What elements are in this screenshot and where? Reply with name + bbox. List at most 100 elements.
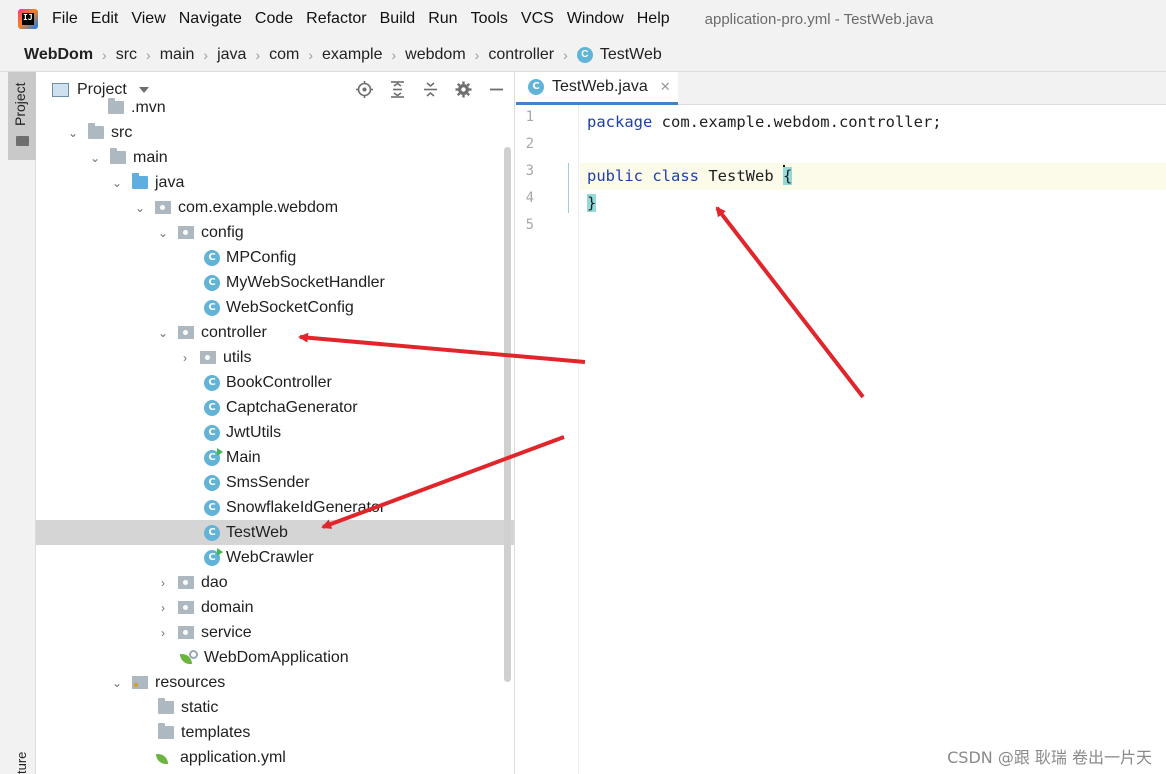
- tree-item-testweb[interactable]: C TestWeb: [36, 520, 514, 545]
- project-tool-window-button[interactable]: Project: [8, 72, 36, 160]
- tree-item-java[interactable]: ⌄ java: [36, 170, 514, 195]
- chevron-right-icon: ›: [308, 46, 314, 63]
- chevron-right-icon: ›: [102, 46, 107, 63]
- breadcrumb-example[interactable]: example: [322, 46, 382, 64]
- package-icon: [178, 626, 194, 639]
- menu-refactor[interactable]: Refactor: [306, 10, 366, 28]
- code-editor[interactable]: 1 2 3 4 5 package com.example.webdom.con…: [516, 105, 1166, 774]
- breadcrumb-src[interactable]: src: [116, 46, 137, 64]
- chevron-down-icon[interactable]: ⌄: [110, 176, 124, 190]
- breadcrumb-com[interactable]: com: [269, 46, 299, 64]
- tree-item-smssender[interactable]: C SmsSender: [36, 470, 514, 495]
- tree-item-mywebsockethandler[interactable]: C MyWebSocketHandler: [36, 270, 514, 295]
- tab-label: TestWeb.java: [552, 78, 648, 95]
- breadcrumb-project[interactable]: WebDom: [24, 46, 93, 64]
- chevron-right-icon[interactable]: ›: [156, 626, 170, 640]
- menu-code[interactable]: Code: [255, 10, 293, 28]
- chevron-down-icon[interactable]: ⌄: [88, 151, 102, 165]
- folder-icon: [158, 723, 174, 739]
- tree-item-domain[interactable]: › domain: [36, 595, 514, 620]
- tree-item-static[interactable]: static: [36, 695, 514, 720]
- menu-build[interactable]: Build: [380, 10, 416, 28]
- tree-item-label: java: [155, 173, 185, 191]
- menu-file[interactable]: File: [52, 10, 78, 28]
- tree-item-jwtutils[interactable]: C JwtUtils: [36, 420, 514, 445]
- tree-item-resources[interactable]: ⌄ resources: [36, 670, 514, 695]
- chevron-right-icon: ›: [146, 46, 151, 63]
- tree-item-websocketconfig[interactable]: C WebSocketConfig: [36, 295, 514, 320]
- tree-item-label: SmsSender: [226, 473, 310, 491]
- class-icon: C: [204, 524, 220, 541]
- chevron-down-icon[interactable]: ⌄: [133, 201, 147, 215]
- breadcrumb-webdom[interactable]: webdom: [405, 46, 465, 64]
- chevron-down-icon[interactable]: ⌄: [156, 326, 170, 340]
- chevron-right-icon[interactable]: ›: [156, 601, 170, 615]
- chevron-down-icon[interactable]: ⌄: [66, 126, 80, 140]
- class-icon: C: [204, 249, 220, 266]
- menu-window[interactable]: Window: [567, 10, 624, 28]
- tree-item-mvn[interactable]: .mvn: [36, 95, 514, 120]
- close-icon[interactable]: ✕: [660, 79, 671, 95]
- tree-item-bookcontroller[interactable]: C BookController: [36, 370, 514, 395]
- tree-item-utils[interactable]: › utils: [36, 345, 514, 370]
- class-name: TestWeb: [699, 167, 784, 185]
- folder-icon: [16, 136, 29, 146]
- menu-tools[interactable]: Tools: [471, 10, 508, 28]
- tree-item-label: WebSocketConfig: [226, 298, 354, 316]
- package-icon: [178, 601, 194, 614]
- window-title: application-pro.yml - TestWeb.java: [704, 10, 934, 28]
- chevron-right-icon[interactable]: ›: [156, 576, 170, 590]
- tree-item-templates[interactable]: templates: [36, 720, 514, 745]
- breadcrumb: WebDom › src › main › java › com › examp…: [0, 38, 1166, 72]
- spring-boot-class-icon: [180, 649, 198, 666]
- tree-item-label: Main: [226, 448, 261, 466]
- package-name: com.example.webdom.controller;: [652, 113, 942, 131]
- structure-tool-button[interactable]: ture: [14, 752, 29, 774]
- tree-item-label: BookController: [226, 373, 332, 391]
- class-icon: C: [204, 299, 220, 316]
- tree-item-main-class[interactable]: C Main: [36, 445, 514, 470]
- class-icon: C: [204, 399, 220, 416]
- chevron-right-icon[interactable]: ›: [178, 351, 192, 365]
- tree-item-captchagenerator[interactable]: C CaptchaGenerator: [36, 395, 514, 420]
- tree-item-mpconfig[interactable]: C MPConfig: [36, 245, 514, 270]
- tab-testweb-java[interactable]: C TestWeb.java ✕: [516, 72, 678, 105]
- chevron-down-icon[interactable]: ⌄: [110, 676, 124, 690]
- breadcrumb-testweb[interactable]: TestWeb: [600, 46, 662, 64]
- tree-item-label: domain: [201, 598, 254, 616]
- project-panel-scrollbar[interactable]: [504, 147, 511, 682]
- tree-item-webdomapplication[interactable]: WebDomApplication: [36, 645, 514, 670]
- tree-item-main[interactable]: ⌄ main: [36, 145, 514, 170]
- code-line-1: package com.example.webdom.controller;: [587, 109, 942, 136]
- class-icon: C: [204, 499, 220, 516]
- chevron-down-icon[interactable]: [138, 87, 149, 93]
- tree-item-controller[interactable]: ⌄ controller: [36, 320, 514, 345]
- tree-item-application-yml[interactable]: application.yml: [36, 745, 514, 770]
- breadcrumb-java[interactable]: java: [217, 46, 246, 64]
- tree-item-webcrawler[interactable]: C WebCrawler: [36, 545, 514, 570]
- line-number: 5: [525, 217, 534, 233]
- tree-item-snowflakeidgenerator[interactable]: C SnowflakeIdGenerator: [36, 495, 514, 520]
- menu-run[interactable]: Run: [428, 10, 457, 28]
- tree-item-dao[interactable]: › dao: [36, 570, 514, 595]
- matched-brace: }: [587, 194, 597, 212]
- matched-brace: {: [783, 167, 793, 185]
- chevron-right-icon: ›: [203, 46, 209, 63]
- breadcrumb-controller[interactable]: controller: [488, 46, 554, 64]
- package-icon: [178, 576, 194, 589]
- breadcrumb-main[interactable]: main: [160, 46, 195, 64]
- project-tool-label: Project: [12, 82, 28, 126]
- tree-item-label: application.yml: [180, 748, 286, 766]
- menu-help[interactable]: Help: [637, 10, 670, 28]
- chevron-down-icon[interactable]: ⌄: [156, 226, 170, 240]
- tree-item-service[interactable]: › service: [36, 620, 514, 645]
- menu-edit[interactable]: Edit: [91, 10, 119, 28]
- menu-bar: IJ File Edit View Navigate Code Refactor…: [0, 0, 1166, 38]
- tree-item-config[interactable]: ⌄ config: [36, 220, 514, 245]
- menu-view[interactable]: View: [131, 10, 165, 28]
- tree-item-package-webdom[interactable]: ⌄ com.example.webdom: [36, 195, 514, 220]
- menu-vcs[interactable]: VCS: [521, 10, 554, 28]
- class-icon: C: [204, 274, 220, 291]
- menu-navigate[interactable]: Navigate: [179, 10, 242, 28]
- tree-item-src[interactable]: ⌄ src: [36, 120, 514, 145]
